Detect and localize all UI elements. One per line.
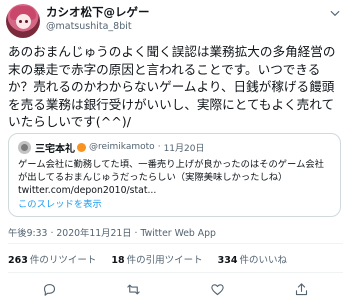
avatar[interactable] bbox=[6, 4, 40, 38]
retweets-label: 件のリツイート bbox=[29, 255, 97, 266]
tweet-header: カシオ松下@レゲー @matsushita_8bit bbox=[6, 4, 344, 40]
share-icon bbox=[295, 282, 307, 295]
tweet-text: あのおまんじゅうのよく聞く誤認は業務拡大の多角経営の末の暴走で赤字の原因と言われ… bbox=[8, 44, 336, 129]
likes-count: 334 bbox=[217, 255, 238, 266]
share-button[interactable] bbox=[293, 281, 309, 297]
tweet-client[interactable]: Twitter Web App bbox=[140, 228, 216, 239]
tweet-date[interactable]: 2020年11月21日 bbox=[56, 228, 131, 239]
retweet-icon bbox=[127, 284, 140, 294]
quotes-label: 件の引用ツイート bbox=[126, 255, 203, 266]
show-thread-link[interactable]: このスレッドを表示 bbox=[18, 198, 331, 212]
quoted-text: ゲーム会社に勤務してた頃、一番売り上げが良かったのはそのゲーム会社が出してるおま… bbox=[18, 159, 324, 183]
chevron-down-icon[interactable] bbox=[328, 6, 342, 20]
quoted-date: 11月20日 bbox=[163, 143, 205, 154]
retweets-stat[interactable]: 263 件のリツイート bbox=[8, 252, 96, 266]
tweet-time[interactable]: 午後9:33 bbox=[8, 228, 47, 239]
quoted-tweet[interactable]: 三宅本礼 @reimikamoto · 11月20日 ゲーム会社に勤務してた頃、… bbox=[8, 133, 341, 217]
username[interactable]: @matsushita_8bit bbox=[46, 20, 150, 34]
tweet-stats: 263 件のリツイート 18 件の引用ツイート 334 件のいいね bbox=[8, 252, 299, 266]
quoted-display-name: 三宅本礼 bbox=[35, 143, 75, 155]
quoted-avatar bbox=[18, 140, 31, 154]
avatar-eye bbox=[19, 20, 22, 23]
likes-stat[interactable]: 334 件のいいね bbox=[218, 252, 287, 266]
separator: · bbox=[157, 142, 161, 152]
divider bbox=[8, 272, 343, 273]
orange-circle-icon bbox=[77, 142, 86, 152]
display-name[interactable]: カシオ松下@レゲー bbox=[46, 5, 150, 20]
heart-icon bbox=[211, 283, 224, 295]
likes-label: 件のいいね bbox=[239, 255, 288, 266]
quoted-tweet-header: 三宅本礼 @reimikamoto · 11月20日 bbox=[18, 140, 331, 155]
divider bbox=[8, 243, 343, 244]
retweets-count: 263 bbox=[8, 255, 28, 266]
tweet-card: カシオ松下@レゲー @matsushita_8bit あのおまんじゅうのよく聞く… bbox=[0, 0, 351, 302]
retweet-button[interactable] bbox=[126, 281, 142, 297]
like-button[interactable] bbox=[209, 281, 225, 297]
quoted-username: @reimikamoto bbox=[89, 142, 155, 152]
reply-button[interactable] bbox=[42, 281, 58, 297]
author-names: カシオ松下@レゲー @matsushita_8bit bbox=[46, 5, 150, 34]
avatar-eye bbox=[25, 20, 28, 23]
tweet-meta: 午後9:33 · 2020年11月21日 · Twitter Web App bbox=[8, 225, 216, 239]
quotes-stat[interactable]: 18 件の引用ツイート bbox=[111, 252, 202, 266]
quotes-count: 18 bbox=[111, 255, 125, 266]
quoted-link[interactable]: twitter.com/depon2010/stat... bbox=[18, 184, 331, 197]
reply-icon bbox=[44, 283, 56, 296]
action-bar bbox=[8, 281, 343, 297]
